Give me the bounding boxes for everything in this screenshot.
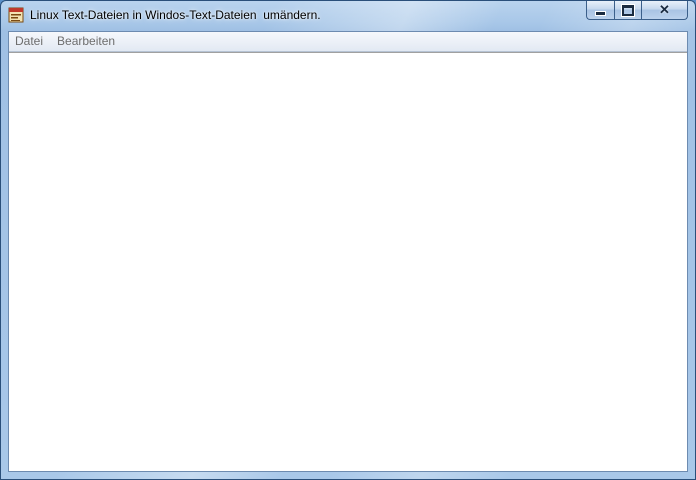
title-bar[interactable]: Linux Text-Dateien in Windos-Text-Dateie… [1, 1, 695, 29]
maximize-icon [622, 4, 634, 16]
close-button[interactable]: ✕ [641, 1, 688, 20]
client-area: Datei Bearbeiten [8, 31, 688, 472]
app-icon[interactable] [8, 7, 24, 23]
caption-buttons: ✕ [586, 1, 688, 21]
minimize-button[interactable] [586, 1, 614, 20]
text-content-area[interactable] [9, 52, 687, 471]
minimize-icon [595, 10, 606, 16]
application-window: Linux Text-Dateien in Windos-Text-Dateie… [0, 0, 696, 480]
window-title: Linux Text-Dateien in Windos-Text-Dateie… [30, 8, 321, 22]
close-icon: ✕ [659, 2, 670, 17]
maximize-button[interactable] [614, 1, 641, 20]
menu-datei[interactable]: Datei [9, 32, 50, 51]
menu-bar: Datei Bearbeiten [9, 32, 687, 52]
menu-bearbeiten[interactable]: Bearbeiten [50, 32, 122, 51]
